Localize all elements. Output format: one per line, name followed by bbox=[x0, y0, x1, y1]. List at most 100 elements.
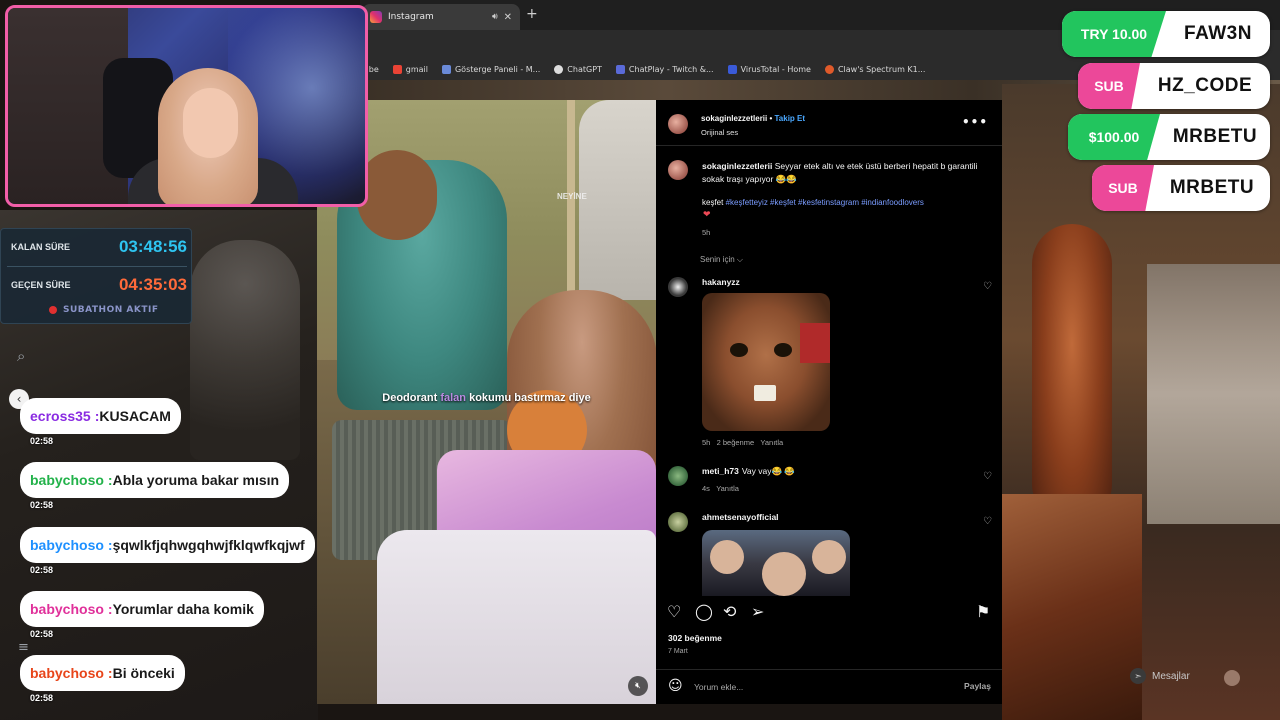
elapsed-row: GEÇEN SÜRE 04:35:03 bbox=[11, 275, 187, 295]
comment-like-icon[interactable]: ♡ bbox=[983, 281, 992, 292]
chat-message: ecross35 : KUSACAM 02:58 bbox=[20, 398, 181, 446]
tab-instagram[interactable]: Instagram 🔊︎ ✕ bbox=[362, 4, 520, 30]
chat-time: 02:58 bbox=[30, 500, 54, 510]
post-comment-button[interactable]: Paylaş bbox=[964, 681, 991, 691]
close-tab-icon[interactable]: ✕ bbox=[504, 12, 512, 23]
chat-bubble: babychoso : Abla yoruma bakar mısın bbox=[20, 462, 290, 498]
comment-avatar[interactable] bbox=[668, 512, 688, 532]
chat-text: Bi önceki bbox=[112, 665, 175, 681]
repost-icon[interactable]: ⟲ bbox=[723, 602, 736, 621]
like-count[interactable]: 302 beğenme bbox=[668, 633, 722, 643]
post-author[interactable]: sokaginlezzetlerii • Takip Et bbox=[701, 114, 805, 123]
search-icon[interactable]: ⌕ bbox=[17, 347, 25, 365]
dashboard-icon bbox=[441, 64, 451, 74]
like-icon[interactable]: ♡ bbox=[667, 602, 681, 621]
sub-tag: SUB bbox=[1078, 63, 1140, 109]
background-doner bbox=[1032, 224, 1112, 524]
comment-avatar[interactable] bbox=[668, 277, 688, 297]
comment-like-icon[interactable]: ♡ bbox=[983, 516, 992, 527]
chatgpt-icon bbox=[554, 64, 564, 74]
subathon-timer: KALAN SÜRE 03:48:56 GEÇEN SÜRE 04:35:03 … bbox=[0, 228, 192, 324]
chat-bubble: babychoso : Yorumlar daha komik bbox=[20, 591, 264, 627]
webcam-overlay bbox=[5, 5, 368, 207]
bookmark-gmail[interactable]: gmail bbox=[392, 64, 428, 74]
post-actions: ♡ ◯ ⟲ ➢ ⚑ bbox=[656, 598, 1002, 628]
subscriber-name: MRBETU bbox=[1169, 177, 1255, 198]
video-white-cloth bbox=[377, 530, 656, 704]
chat-username: babychoso bbox=[30, 665, 104, 681]
comment-gif[interactable] bbox=[702, 530, 850, 596]
gif-person bbox=[762, 552, 806, 596]
chat-username: ecross35 bbox=[30, 408, 91, 424]
gif-truck-red bbox=[800, 323, 830, 363]
chat-bubble: ecross35 : KUSACAM bbox=[20, 398, 181, 434]
virustotal-icon bbox=[727, 64, 737, 74]
post-hashtags: keşfet #keşfetteyiz #keşfet #kesfetinsta… bbox=[702, 198, 924, 207]
chat-username: babychoso bbox=[30, 537, 104, 553]
comment-input[interactable] bbox=[694, 678, 914, 696]
tab-title: Instagram bbox=[388, 12, 434, 22]
chat-message: babychoso : şqwlkfjqhwgqhwjfklqwfkqjwf 0… bbox=[20, 527, 315, 575]
post-date: 7 Mart bbox=[668, 648, 688, 655]
caption-age: 5h bbox=[702, 228, 711, 237]
bookmark-dashboard[interactable]: Gösterge Paneli - M... bbox=[441, 64, 540, 74]
volume-off-icon[interactable]: 🔇︎ bbox=[628, 676, 648, 696]
emoji-icon[interactable]: ☺ bbox=[668, 678, 683, 694]
donation-alert: TRY 10.00 FAW3N bbox=[1062, 11, 1270, 57]
messages-avatar[interactable] bbox=[1224, 670, 1240, 686]
sub-tag: SUB bbox=[1092, 165, 1154, 211]
chatplay-icon bbox=[615, 64, 625, 74]
caption-avatar[interactable] bbox=[668, 160, 688, 180]
comment-meta: 5h 2 beğenme Yanıtla bbox=[702, 438, 784, 447]
remaining-value: 03:48:56 bbox=[118, 237, 187, 256]
remaining-label: KALAN SÜRE bbox=[11, 242, 71, 252]
share-icon[interactable]: ➢ bbox=[751, 602, 764, 621]
gif-person bbox=[710, 540, 744, 574]
sidebar-menu-icon[interactable]: ≡ bbox=[18, 640, 29, 655]
follow-button[interactable]: Takip Et bbox=[775, 114, 806, 123]
background-grill bbox=[1002, 494, 1142, 720]
donor-name: MRBETU bbox=[1172, 126, 1258, 147]
donor-name: FAW3N bbox=[1184, 23, 1252, 44]
chat-time: 02:58 bbox=[30, 693, 54, 703]
messages-icon: ➣ bbox=[1130, 668, 1146, 684]
messages-button[interactable]: ➣ Mesajlar bbox=[1130, 668, 1190, 684]
webcam-streamer-face bbox=[183, 88, 238, 158]
gif-teeth bbox=[754, 385, 776, 401]
comment-author[interactable]: hakanyzz bbox=[702, 277, 740, 287]
comment-icon[interactable]: ◯ bbox=[695, 602, 713, 621]
more-options-icon[interactable]: ••• bbox=[962, 115, 988, 129]
audio-label[interactable]: Orijinal ses bbox=[701, 128, 738, 137]
add-comment-bar: ☺ Paylaş bbox=[656, 669, 1002, 704]
bookmark-chatplay[interactable]: ChatPlay - Twitch &... bbox=[615, 64, 714, 74]
speaker-icon[interactable]: 🔊︎ bbox=[492, 12, 498, 22]
chat-message: babychoso : Bi önceki 02:58 bbox=[20, 655, 185, 703]
bookmark-virustotal[interactable]: VirusTotal - Home bbox=[727, 64, 811, 74]
post-header: sokaginlezzetlerii • Takip Et Orijinal s… bbox=[656, 100, 1002, 146]
chat-time: 02:58 bbox=[30, 629, 54, 639]
bookmark-chatgpt[interactable]: ChatGPT bbox=[554, 64, 602, 74]
screen: Instagram 🔊︎ ✕ + Tube gmail Gösterge Pan… bbox=[0, 0, 1280, 720]
post-caption: sokaginlezzetlerii Seyyar etek altı ve e… bbox=[702, 161, 978, 184]
author-avatar[interactable] bbox=[668, 114, 688, 134]
instagram-post-panel: sokaginlezzetlerii • Takip Et Orijinal s… bbox=[656, 100, 1002, 704]
comment-gif[interactable] bbox=[702, 293, 830, 431]
chat-message: babychoso : Yorumlar daha komik 02:58 bbox=[20, 591, 264, 639]
comment-author[interactable]: ahmetsenayofficial bbox=[702, 512, 779, 522]
bookmark-icon[interactable]: ⚑ bbox=[976, 602, 990, 621]
comment-sort-dropdown[interactable]: Senin için ⌵ bbox=[700, 255, 743, 265]
sub-alert: SUB HZ_CODE bbox=[1078, 63, 1270, 109]
new-tab-button[interactable]: + bbox=[526, 6, 538, 22]
video-caption: Deodorant falan kokumu bastırmaz diye bbox=[382, 392, 591, 404]
comment-like-icon[interactable]: ♡ bbox=[983, 471, 992, 482]
video-bystander bbox=[579, 100, 656, 300]
chat-text: şqwlkfjqhwgqhwjfklqwfkqjwf bbox=[112, 537, 305, 553]
bookmark-spectrum[interactable]: Claw's Spectrum K1... bbox=[824, 64, 925, 74]
chat-username: babychoso bbox=[30, 601, 104, 617]
instagram-icon bbox=[370, 11, 382, 23]
gif-eye bbox=[730, 343, 748, 357]
chat-text: KUSACAM bbox=[99, 408, 171, 424]
chat-username: babychoso bbox=[30, 472, 104, 488]
comment-avatar[interactable] bbox=[668, 466, 688, 486]
live-dot-icon bbox=[49, 306, 57, 314]
